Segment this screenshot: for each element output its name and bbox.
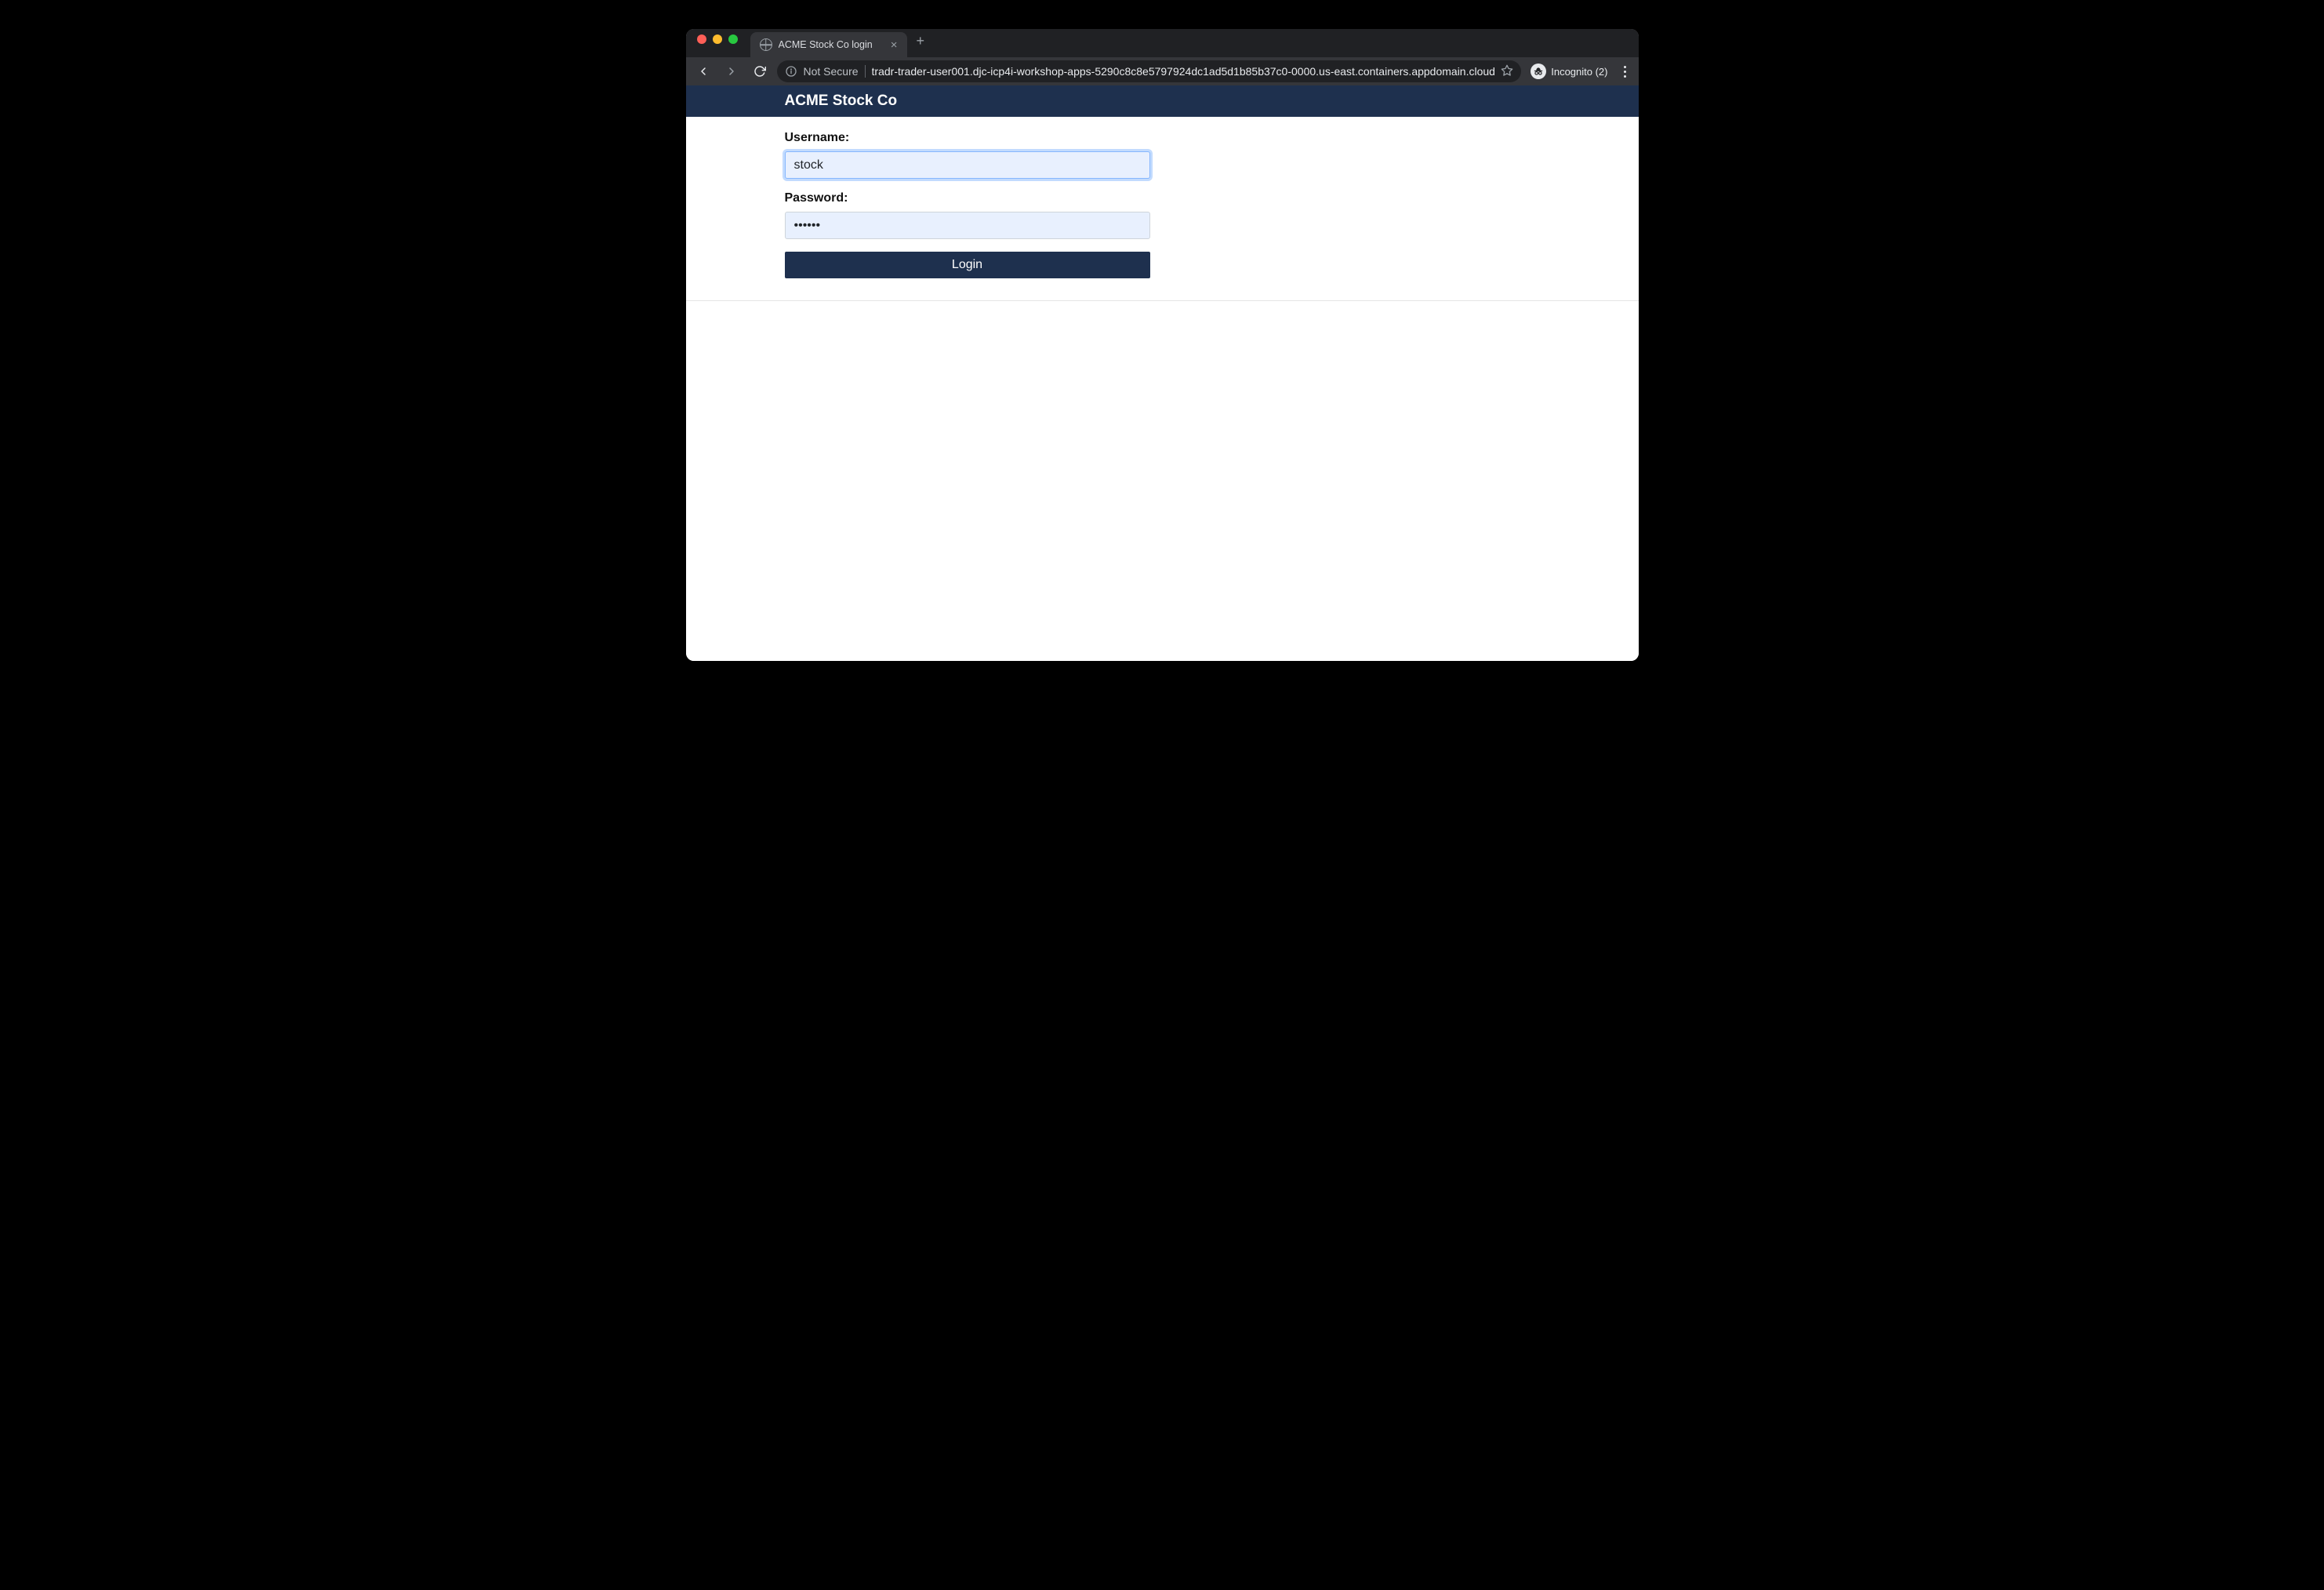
divider-line: [686, 300, 1639, 301]
back-button[interactable]: [692, 60, 714, 82]
browser-menu-button[interactable]: [1618, 61, 1632, 82]
password-label: Password:: [785, 191, 1147, 205]
login-button[interactable]: Login: [785, 252, 1150, 278]
incognito-icon: [1531, 64, 1546, 79]
not-secure-label: Not Secure: [804, 65, 859, 78]
divider: [865, 65, 866, 78]
browser-window: ACME Stock Co login × + Not Secure: [686, 29, 1639, 661]
forward-button[interactable]: [721, 60, 743, 82]
close-window-button[interactable]: [697, 34, 706, 44]
password-group: Password:: [785, 191, 1147, 239]
url-host: tradr-trader-user001.djc-icp4i-workshop-…: [872, 65, 1495, 78]
globe-icon: [760, 38, 772, 51]
window-controls: [694, 34, 746, 52]
reload-button[interactable]: [749, 60, 771, 82]
browser-tab[interactable]: ACME Stock Co login ×: [750, 32, 907, 57]
browser-chrome: ACME Stock Co login × + Not Secure: [686, 29, 1639, 85]
minimize-window-button[interactable]: [713, 34, 722, 44]
brand-title: ACME Stock Co: [785, 93, 898, 110]
address-bar[interactable]: Not Secure tradr-trader-user001.djc-icp4…: [777, 60, 1522, 82]
toolbar-right: Incognito (2): [1527, 61, 1632, 82]
close-tab-button[interactable]: ×: [889, 38, 899, 53]
new-tab-button[interactable]: +: [907, 33, 935, 54]
url-text: tradr-trader-user001.djc-icp4i-workshop-…: [872, 65, 1495, 78]
password-input[interactable]: [785, 212, 1150, 239]
page-content: ACME Stock Co Username: Password: Login: [686, 85, 1639, 661]
username-group: Username:: [785, 131, 1147, 179]
login-form: Username: Password: Login: [686, 117, 1147, 278]
maximize-window-button[interactable]: [728, 34, 738, 44]
username-label: Username:: [785, 131, 1147, 145]
incognito-indicator[interactable]: Incognito (2): [1527, 64, 1610, 79]
tab-strip: ACME Stock Co login × +: [686, 29, 1639, 57]
tab-title: ACME Stock Co login: [779, 39, 883, 50]
app-navbar: ACME Stock Co: [686, 85, 1639, 117]
browser-toolbar: Not Secure tradr-trader-user001.djc-icp4…: [686, 57, 1639, 85]
username-input[interactable]: [785, 151, 1150, 179]
incognito-label: Incognito (2): [1551, 66, 1607, 78]
bookmark-star-icon[interactable]: [1501, 64, 1513, 79]
info-icon: [785, 65, 797, 78]
